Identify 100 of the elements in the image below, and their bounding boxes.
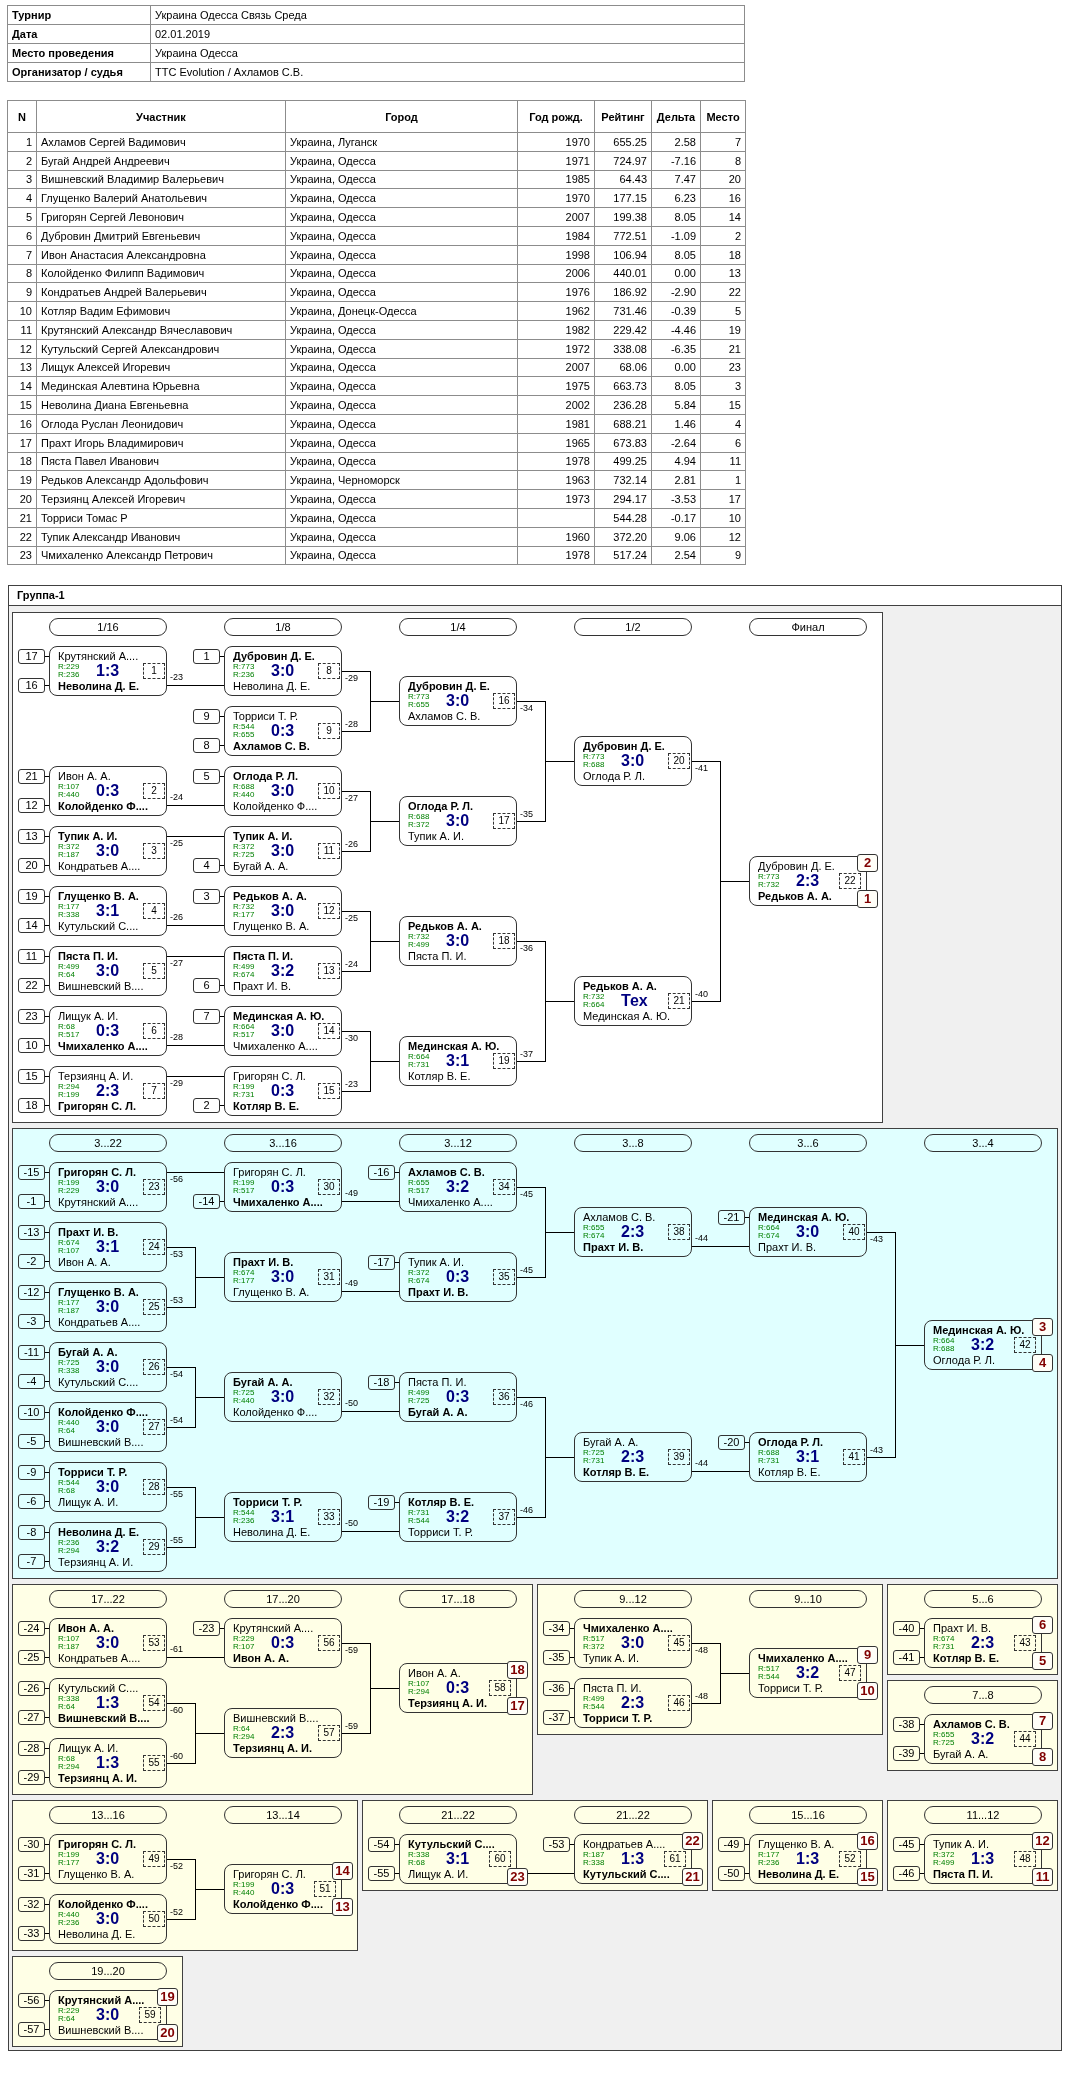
match-score: 3:1 — [96, 1239, 120, 1256]
bracket-line — [516, 1457, 575, 1519]
player-name: Мединская А. Ю. — [583, 1009, 671, 1024]
seed-number: -8 — [18, 1525, 45, 1541]
player-name: Пяста П. И. — [233, 949, 293, 964]
match-number: 2 — [143, 783, 165, 800]
player-rating: R:177 — [758, 1851, 780, 1860]
next-match-label: -45 — [520, 1189, 533, 1201]
player-rating: R:544 — [233, 723, 255, 732]
player-name: Пяста П. И. — [933, 1867, 993, 1882]
seed-number: -40 — [893, 1621, 920, 1637]
table-cell: 2 — [7, 151, 37, 171]
player-name: Неволина Д. Е. — [233, 1525, 311, 1540]
next-match-label: -54 — [170, 1369, 183, 1381]
player-name: Крутянский А.... — [58, 1195, 139, 1210]
bracket-line — [44, 1045, 50, 1047]
table-cell: 19 — [7, 470, 37, 490]
match-score: 3:0 — [621, 753, 645, 770]
match-number: 14 — [318, 1023, 340, 1040]
table-cell: Глущенко Валерий Анатольевич — [36, 188, 286, 208]
table-cell: 1970 — [517, 188, 595, 208]
match-number: 49 — [143, 1851, 165, 1868]
table-cell: 499.25 — [594, 452, 652, 471]
player-rating: R:440 — [233, 1397, 255, 1406]
table-cell: Украина, Одесса — [285, 358, 518, 377]
bracket-line — [44, 1933, 50, 1935]
match-score: 0:3 — [271, 1881, 295, 1898]
match-number: 52 — [839, 1851, 861, 1868]
next-match-label: -36 — [520, 943, 533, 955]
final-place: 5 — [1032, 1652, 1053, 1671]
player-name: Пяста П. И. — [583, 1681, 642, 1696]
table-cell: 2006 — [517, 264, 595, 283]
player-name: Ахламов С. В. — [408, 1165, 485, 1180]
next-match-label: -26 — [170, 912, 183, 924]
table-cell: 177.15 — [594, 188, 652, 208]
table-cell: Григорян Сергей Левонович — [36, 207, 286, 227]
player-rating: R:544 — [408, 1517, 430, 1526]
table-cell: -1.09 — [651, 226, 701, 246]
column-header: Место — [700, 100, 746, 133]
seed-number: 12 — [18, 798, 45, 814]
match-score: 3:2 — [446, 1179, 470, 1196]
bracket-line — [691, 1673, 750, 1705]
player-name: Лищук А. И. — [58, 1741, 119, 1756]
column-header: Участник — [36, 100, 286, 133]
bracket-line — [341, 1531, 400, 1533]
player-name: Крутянский А.... — [58, 649, 139, 664]
match-score: 3:1 — [446, 1851, 470, 1868]
player-rating: R:229 — [58, 2007, 80, 2016]
match-number: 55 — [143, 1755, 165, 1772]
player-name: Пяста П. И. — [408, 949, 467, 964]
player-name: Бугай А. А. — [408, 1405, 468, 1420]
next-match-label: -60 — [170, 1705, 183, 1717]
bracket-line — [44, 925, 50, 927]
match-score: 3:0 — [271, 1023, 295, 1040]
player-name: Терзиянц А. И. — [58, 1069, 134, 1084]
table-cell: 731.46 — [594, 301, 652, 321]
seed-number: -27 — [18, 1710, 45, 1726]
player-rating: R:199 — [58, 1851, 80, 1860]
table-cell: 2007 — [517, 207, 595, 227]
next-match-label: -23 — [345, 1079, 358, 1091]
player-rating: R:229 — [233, 1635, 255, 1644]
match-score: 0:3 — [271, 1635, 295, 1652]
table-cell: Украина, Одесса — [285, 320, 518, 340]
match-score: 3:2 — [971, 1731, 995, 1748]
match-number: 33 — [318, 1509, 340, 1526]
seed-number: -10 — [18, 1405, 45, 1421]
player-rating: R:499 — [233, 963, 255, 972]
field-value: Украина Одесса Связь Среда — [150, 5, 745, 25]
player-rating: R:773 — [408, 693, 430, 702]
player-rating: R:338 — [58, 1695, 80, 1704]
match-number: 46 — [668, 1695, 690, 1712]
table-cell: 64.43 — [594, 170, 652, 189]
player-name: Неволина Д. Е. — [58, 1927, 136, 1942]
bracket-line — [516, 1001, 575, 1063]
player-rating: R:68 — [408, 1859, 425, 1868]
player-name: Ивон А. А. — [233, 1651, 289, 1666]
player-rating: R:338 — [408, 1851, 430, 1860]
table-cell: 663.73 — [594, 376, 652, 396]
next-match-label: -52 — [170, 1907, 183, 1919]
player-name: Тупик А. И. — [58, 829, 118, 844]
bracket-line — [394, 1502, 400, 1504]
bracket-line — [219, 1628, 225, 1630]
next-match-label: -49 — [345, 1278, 358, 1290]
table-cell: 1965 — [517, 433, 595, 453]
match-score: 3:2 — [446, 1509, 470, 1526]
final-place: 11 — [1032, 1868, 1053, 1887]
player-name: Григорян С. Л. — [233, 1165, 306, 1180]
player-name: Глущенко В. А. — [233, 1285, 310, 1300]
match-number: 28 — [143, 1479, 165, 1496]
bracket-line — [44, 1748, 50, 1750]
match-score: 3:0 — [96, 1479, 120, 1496]
player-rating: R:773 — [233, 663, 255, 672]
bracket-line — [166, 1733, 225, 1765]
seed-number: 19 — [18, 889, 45, 905]
table-cell: 17 — [7, 433, 37, 453]
player-rating: R:440 — [58, 791, 80, 800]
bracket-line — [166, 836, 225, 838]
bracket-line — [44, 1657, 50, 1659]
player-name: Глущенко В. А. — [758, 1837, 835, 1852]
field-label: Место проведения — [7, 43, 151, 63]
